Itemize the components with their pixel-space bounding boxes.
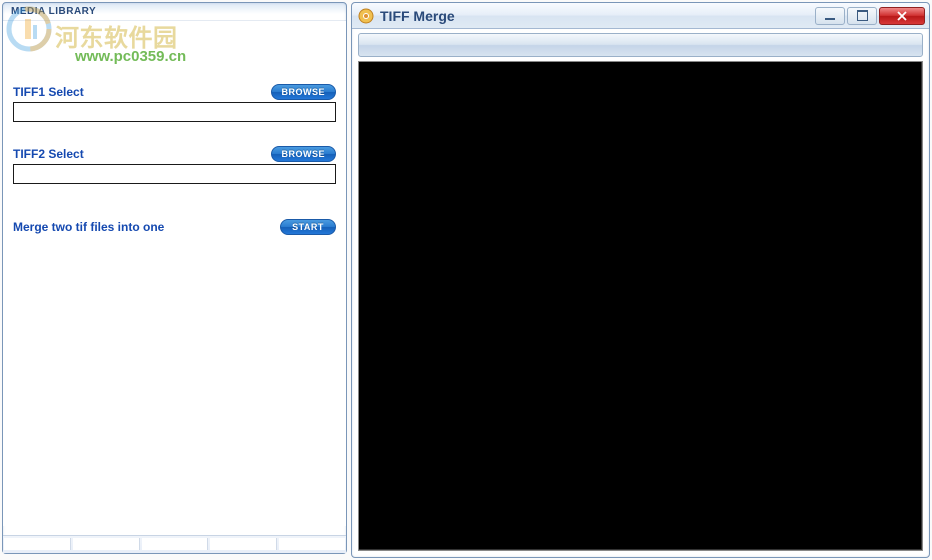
tiff1-label: TIFF1 Select <box>13 85 84 99</box>
tiff2-browse-button[interactable]: BROWSE <box>271 146 337 162</box>
window-controls <box>815 7 925 25</box>
preview-canvas <box>359 62 922 550</box>
panel-body: TIFF1 Select BROWSE TIFF2 Select BROWSE … <box>3 21 346 526</box>
footer-cell <box>4 538 71 550</box>
minimize-button[interactable] <box>815 7 845 25</box>
tiff2-row: TIFF2 Select BROWSE <box>13 146 336 184</box>
window-title: TIFF Merge <box>380 8 815 24</box>
media-library-panel: MEDIA LIBRARY TIFF1 Select BROWSE TIFF2 … <box>2 2 347 554</box>
toolbar <box>358 33 923 57</box>
panel-footer <box>3 535 346 553</box>
app-icon <box>358 8 374 24</box>
maximize-button[interactable] <box>847 7 877 25</box>
tiff2-input[interactable] <box>13 164 336 184</box>
tiff1-browse-button[interactable]: BROWSE <box>271 84 337 100</box>
main-container: MEDIA LIBRARY TIFF1 Select BROWSE TIFF2 … <box>0 0 932 560</box>
preview-area <box>358 61 923 551</box>
tiff1-row: TIFF1 Select BROWSE <box>13 84 336 122</box>
tiff-merge-window: TIFF Merge <box>351 2 930 558</box>
merge-label: Merge two tif files into one <box>13 220 164 234</box>
footer-cell <box>73 538 140 550</box>
footer-cell <box>210 538 277 550</box>
panel-header: MEDIA LIBRARY <box>3 3 346 21</box>
footer-cell <box>279 538 345 550</box>
close-button[interactable] <box>879 7 925 25</box>
titlebar: TIFF Merge <box>352 3 929 29</box>
merge-start-button[interactable]: START <box>280 219 336 235</box>
merge-row: Merge two tif files into one START <box>13 219 336 235</box>
footer-cell <box>142 538 209 550</box>
tiff2-label: TIFF2 Select <box>13 147 84 161</box>
tiff1-input[interactable] <box>13 102 336 122</box>
